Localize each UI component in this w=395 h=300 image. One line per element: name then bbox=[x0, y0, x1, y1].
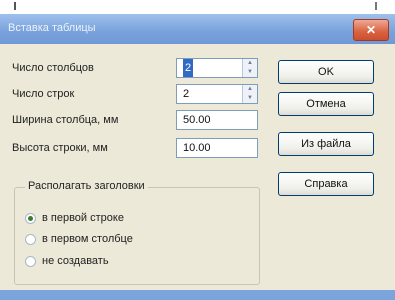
window-edge-mark bbox=[14, 2, 16, 10]
column-width-field[interactable]: 50.00 bbox=[176, 110, 258, 130]
row-height-value: 10.00 bbox=[183, 142, 211, 154]
spin-up-icon[interactable]: ▲ bbox=[243, 85, 257, 94]
rows-value: 2 bbox=[183, 88, 190, 100]
rows-spin-arrows[interactable]: ▲ ▼ bbox=[242, 85, 257, 103]
columns-spinner[interactable]: 2 ▲ ▼ bbox=[176, 58, 258, 78]
title-bar[interactable]: Вставка таблицы ✕ bbox=[0, 14, 395, 44]
radio-icon[interactable] bbox=[25, 234, 36, 245]
spin-up-icon[interactable]: ▲ bbox=[243, 59, 257, 68]
columns-value: 2 bbox=[183, 59, 194, 77]
header-placement-group: Располагать заголовки в первой строке в … bbox=[14, 180, 260, 285]
spin-down-icon[interactable]: ▼ bbox=[243, 94, 257, 103]
row-height-label: Высота строки, мм bbox=[12, 142, 108, 154]
rows-label: Число строк bbox=[12, 88, 75, 100]
row-height-field[interactable]: 10.00 bbox=[176, 138, 258, 158]
close-button[interactable]: ✕ bbox=[353, 19, 389, 41]
ok-button[interactable]: OK bbox=[278, 60, 374, 84]
from-file-button[interactable]: Из файла bbox=[278, 132, 374, 156]
radio-selected-icon[interactable] bbox=[25, 213, 36, 224]
columns-spin-arrows[interactable]: ▲ ▼ bbox=[242, 59, 257, 77]
columns-label: Число столбцов bbox=[12, 62, 94, 74]
column-width-label: Ширина столбца, мм bbox=[12, 114, 119, 126]
radio-label: в первом столбце bbox=[42, 233, 133, 245]
insert-table-dialog: Число столбцов 2 ▲ ▼ Число строк 2 ▲ ▼ Ш… bbox=[0, 44, 395, 300]
rows-spinner[interactable]: 2 ▲ ▼ bbox=[176, 84, 258, 104]
help-button[interactable]: Справка bbox=[278, 172, 374, 196]
radio-icon[interactable] bbox=[25, 256, 36, 267]
cancel-button[interactable]: Отмена bbox=[278, 92, 374, 116]
column-width-value: 50.00 bbox=[183, 114, 211, 126]
window-title: Вставка таблицы bbox=[8, 22, 96, 34]
spin-down-icon[interactable]: ▼ bbox=[243, 68, 257, 77]
radio-label: не создавать bbox=[42, 255, 109, 267]
radio-label: в первой строке bbox=[42, 212, 124, 224]
close-icon: ✕ bbox=[365, 23, 377, 37]
window-bottom-border bbox=[0, 290, 395, 300]
group-title: Располагать заголовки bbox=[25, 180, 148, 192]
window-edge-mark bbox=[375, 2, 377, 10]
top-margin bbox=[0, 0, 395, 14]
